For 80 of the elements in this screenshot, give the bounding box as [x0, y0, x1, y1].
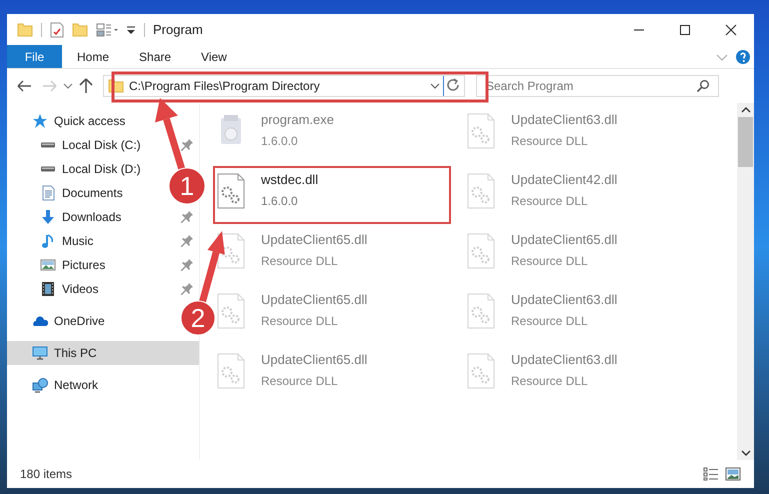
file-detail: Resource DLL	[511, 192, 589, 210]
pin-icon[interactable]	[179, 233, 195, 249]
file-name: UpdateClient65.dll	[511, 231, 618, 249]
dll-file-icon	[216, 352, 246, 390]
file-detail: 1.6.0.0	[261, 132, 299, 150]
scrollbar-thumb[interactable]	[738, 117, 753, 167]
dll-file-icon	[466, 172, 496, 210]
step-number: 2	[190, 303, 206, 333]
nav-item[interactable]: Documents	[7, 181, 127, 205]
large-icons-view-icon[interactable]	[725, 467, 741, 481]
film-icon	[40, 281, 56, 297]
file-item[interactable]: UpdateClient63.dll Resource DLL	[463, 346, 701, 404]
file-name: UpdateClient63.dll	[511, 291, 618, 309]
file-item[interactable]: UpdateClient65.dll Resource DLL	[463, 226, 701, 284]
nav-item[interactable]: Music	[7, 229, 199, 253]
nav-item[interactable]: Quick access	[7, 109, 130, 133]
file-detail: Resource DLL	[261, 312, 339, 330]
nav-item[interactable]: Local Disk (D:)	[7, 157, 145, 181]
ribbon-tab[interactable]: Home	[62, 45, 124, 68]
dll-file-icon	[466, 292, 496, 330]
step-badge	[168, 168, 206, 204]
file-detail: 1.6.0.0	[261, 192, 299, 210]
file-name: program.exe	[261, 111, 334, 129]
monitor-icon	[32, 345, 48, 361]
file-name: UpdateClient63.dll	[511, 111, 618, 129]
dll-file-icon	[216, 292, 246, 330]
network-icon	[32, 377, 48, 393]
address-bar[interactable]: C:\Program Files\Program Directory	[103, 75, 465, 97]
nav-item[interactable]: Network	[7, 373, 102, 397]
checklist-icon[interactable]	[50, 22, 64, 38]
file-detail: Resource DLL	[511, 312, 589, 330]
pin-icon[interactable]	[179, 137, 195, 153]
details-view-icon[interactable]	[703, 467, 719, 481]
file-item[interactable]: wstdec.dll 1.6.0.0	[213, 166, 451, 224]
file-item[interactable]: UpdateClient42.dll Resource DLL	[463, 166, 701, 224]
dll-file-icon	[466, 232, 496, 270]
star-icon	[32, 113, 48, 129]
pin-icon[interactable]	[179, 281, 195, 297]
dll-file-icon	[466, 112, 496, 150]
window-title: Program	[153, 20, 203, 39]
download-arrow-icon	[40, 209, 56, 225]
file-detail: Resource DLL	[511, 372, 589, 390]
nav-item[interactable]: Videos	[7, 277, 199, 301]
file-name: UpdateClient65.dll	[261, 231, 368, 249]
pin-icon[interactable]	[179, 257, 195, 273]
music-note-icon	[40, 233, 56, 249]
pictures-icon	[40, 257, 56, 273]
file-name: UpdateClient42.dll	[511, 171, 618, 189]
file-item[interactable]: UpdateClient65.dll Resource DLL	[213, 286, 451, 344]
search-icon	[696, 79, 710, 93]
nav-item[interactable]: Pictures	[7, 253, 199, 277]
file-name: UpdateClient65.dll	[261, 291, 368, 309]
step-number: 1	[180, 171, 194, 201]
view-dropdown-icon[interactable]	[96, 22, 120, 38]
pin-icon[interactable]	[179, 209, 195, 225]
file-detail: Resource DLL	[511, 132, 589, 150]
file-item[interactable]: UpdateClient65.dll Resource DLL	[213, 346, 451, 404]
dll-file-icon	[466, 352, 496, 390]
file-detail: Resource DLL	[261, 372, 339, 390]
file-detail: Resource DLL	[261, 252, 339, 270]
dll-file-icon	[216, 172, 246, 210]
file-item[interactable]: program.exe 1.6.0.0	[213, 106, 451, 164]
step-badge	[180, 300, 216, 336]
ribbon-tab[interactable]: View	[186, 45, 242, 68]
file-item[interactable]: UpdateClient63.dll Resource DLL	[463, 286, 701, 344]
ribbon-tab[interactable]: File	[7, 45, 62, 68]
file-item[interactable]: UpdateClient63.dll Resource DLL	[463, 106, 701, 164]
drive-icon	[40, 142, 56, 148]
item-count: 180 items	[20, 466, 72, 483]
drive-icon	[40, 166, 56, 172]
nav-item[interactable]: OneDrive	[7, 309, 109, 333]
ribbon-tab[interactable]: Share	[124, 45, 186, 68]
nav-item[interactable]: Downloads	[7, 205, 199, 229]
file-name: UpdateClient65.dll	[261, 351, 368, 369]
file-detail: Resource DLL	[511, 252, 589, 270]
nav-item[interactable]: This PC	[7, 341, 199, 365]
file-name: UpdateClient63.dll	[511, 351, 618, 369]
document-icon	[40, 185, 56, 201]
file-name: wstdec.dll	[261, 171, 318, 189]
nav-item[interactable]: Local Disk (C:)	[7, 133, 199, 157]
